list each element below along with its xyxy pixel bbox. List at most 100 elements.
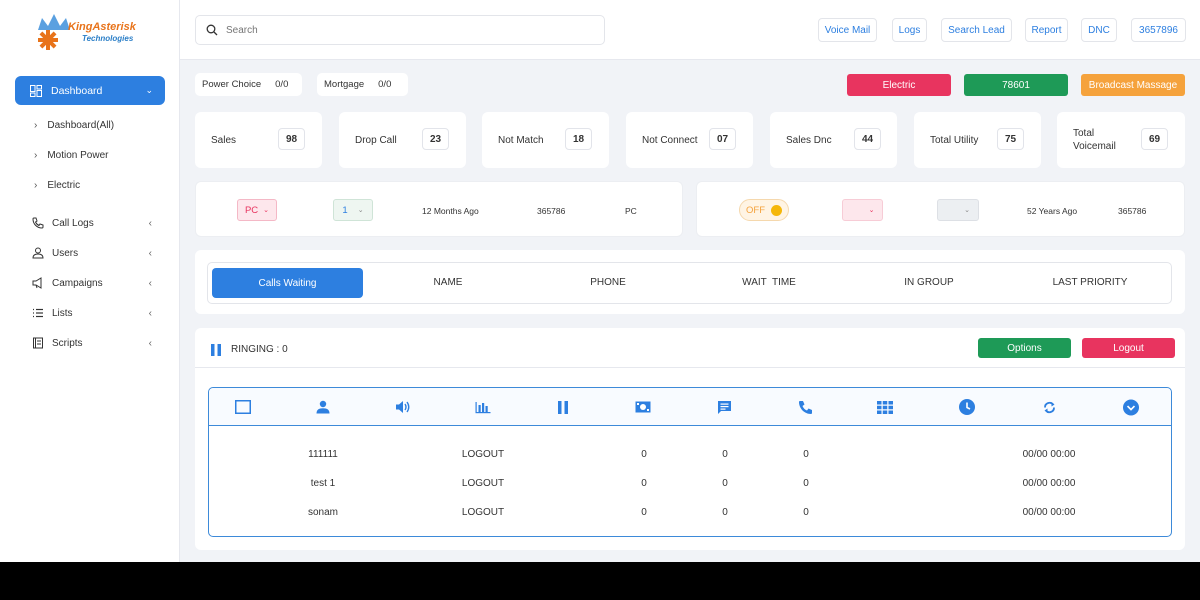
sidebar-subitem-motion-power[interactable]: › Motion Power bbox=[34, 147, 108, 163]
column-header-last-priority: LAST PRIORITY bbox=[1052, 277, 1128, 288]
column-header-phone: PHONE bbox=[590, 277, 626, 288]
pause-icon[interactable] bbox=[210, 344, 222, 356]
last-call-time: 12 Months Ago bbox=[422, 206, 479, 216]
pause-icon[interactable] bbox=[555, 399, 571, 415]
sidebar-item-scripts[interactable]: Scripts ‹ bbox=[32, 335, 152, 351]
status-select[interactable]: ⌄ bbox=[842, 199, 883, 221]
agent-id: 111111 bbox=[308, 449, 338, 460]
queue-power-choice[interactable]: Power Choice 0/0 bbox=[195, 73, 302, 96]
last-call-time: 52 Years Ago bbox=[1027, 206, 1078, 216]
phone-icon[interactable] bbox=[797, 399, 813, 415]
ringing-count: RINGING : 0 bbox=[231, 344, 288, 355]
user-icon bbox=[32, 247, 44, 259]
column-header-in-group: IN GROUP bbox=[904, 277, 954, 288]
bar-chart-icon[interactable] bbox=[475, 399, 491, 415]
stat-label: Sales Dnc bbox=[786, 134, 832, 146]
agent-status: LOGOUT bbox=[461, 449, 505, 460]
chevron-down-icon: ⌄ bbox=[964, 207, 970, 214]
options-button[interactable]: Options bbox=[978, 338, 1071, 358]
chevron-left-icon: ‹ bbox=[148, 307, 152, 319]
crown-star-icon bbox=[38, 14, 70, 50]
queue-mortgage[interactable]: Mortgage 0/0 bbox=[317, 73, 408, 96]
stat-card-total-utility: Total Utility 75 bbox=[914, 112, 1041, 168]
money-icon[interactable] bbox=[635, 399, 651, 415]
lead-tag: PC bbox=[625, 206, 637, 216]
agent-stat-c: 0 bbox=[803, 507, 809, 518]
agent-status: LOGOUT bbox=[461, 478, 505, 489]
speaker-icon[interactable] bbox=[395, 399, 411, 415]
logout-button[interactable]: Logout bbox=[1082, 338, 1175, 358]
refresh-icon[interactable] bbox=[1041, 399, 1057, 415]
voice-mail-button[interactable]: Voice Mail bbox=[818, 18, 877, 42]
pc-select[interactable]: PC ⌄ bbox=[237, 199, 277, 221]
agent-time: 00/00 00:00 bbox=[1022, 507, 1076, 518]
top-bar: Voice Mail Logs Search Lead Report DNC 3… bbox=[180, 0, 1200, 60]
chevron-down-icon[interactable] bbox=[1123, 399, 1139, 415]
stat-label: Not Match bbox=[498, 134, 544, 146]
chevron-down-icon: ⌄ bbox=[357, 207, 364, 214]
broadcast-message-button[interactable]: Broadcast Massage bbox=[1081, 74, 1185, 96]
group-select[interactable]: ⌄ bbox=[937, 199, 979, 221]
pause-toggle[interactable]: OFF bbox=[739, 199, 789, 221]
stat-value: 44 bbox=[854, 128, 881, 150]
agent-id: test 1 bbox=[310, 478, 336, 489]
stat-value: 18 bbox=[565, 128, 592, 150]
user-icon[interactable] bbox=[315, 399, 331, 415]
sidebar-item-call-logs[interactable]: Call Logs ‹ bbox=[32, 215, 152, 231]
user-id-button[interactable]: 3657896 bbox=[1131, 18, 1186, 42]
app-window: KingAsterisk Technologies Dashboard ⌄ › … bbox=[0, 0, 1200, 562]
sidebar: KingAsterisk Technologies Dashboard ⌄ › … bbox=[0, 0, 180, 562]
sidebar-item-lists[interactable]: Lists ‹ bbox=[32, 305, 152, 321]
agent-status-panel: RINGING : 0 Options Logout 111111 LOGOUT… bbox=[195, 328, 1185, 550]
number-button[interactable]: 78601 bbox=[964, 74, 1068, 96]
report-button[interactable]: Report bbox=[1025, 18, 1068, 42]
dnc-button[interactable]: DNC bbox=[1081, 18, 1117, 42]
lead-panel-left: PC ⌄ 1 ⌄ 12 Months Ago 365786 PC bbox=[195, 181, 683, 237]
sidebar-subitem-electric[interactable]: › Electric bbox=[34, 177, 80, 193]
agent-status: LOGOUT bbox=[461, 507, 505, 518]
sidebar-subitem-label: Dashboard(All) bbox=[47, 119, 115, 131]
logs-button[interactable]: Logs bbox=[892, 18, 927, 42]
sidebar-item-dashboard[interactable]: Dashboard ⌄ bbox=[15, 76, 165, 105]
agent-time: 00/00 00:00 bbox=[1022, 449, 1076, 460]
stat-label: Not Connect bbox=[642, 134, 698, 146]
chevron-down-icon: ⌄ bbox=[145, 85, 153, 95]
queue-label: Power Choice bbox=[202, 79, 262, 90]
sidebar-item-label: Call Logs bbox=[52, 217, 94, 229]
tab-calls-waiting[interactable]: Calls Waiting bbox=[212, 268, 363, 298]
chevron-left-icon: ‹ bbox=[148, 217, 152, 229]
stat-value: 98 bbox=[278, 128, 305, 150]
sidebar-item-label: Lists bbox=[52, 307, 73, 319]
chevron-right-icon: › bbox=[34, 149, 38, 161]
chat-icon[interactable] bbox=[716, 399, 732, 415]
search-box[interactable] bbox=[195, 15, 605, 45]
agent-time: 00/00 00:00 bbox=[1022, 478, 1076, 489]
clock-icon[interactable] bbox=[959, 399, 975, 415]
dashboard-icon bbox=[30, 84, 42, 97]
agent-panel-header: RINGING : 0 Options Logout bbox=[195, 328, 1185, 368]
agent-grid: 111111 LOGOUT 0 0 0 00/00 00:00 test 1 L… bbox=[208, 387, 1172, 537]
toggle-knob bbox=[771, 204, 782, 216]
agent-stat-a: 0 bbox=[641, 507, 647, 518]
chevron-left-icon: ‹ bbox=[148, 247, 152, 259]
search-lead-button[interactable]: Search Lead bbox=[941, 18, 1012, 42]
queue-count: 0/0 bbox=[275, 79, 289, 90]
dialpad-icon[interactable] bbox=[877, 399, 893, 415]
stat-card-total-voicemail: Total Voicemail 69 bbox=[1057, 112, 1185, 168]
sidebar-subitem-label: Electric bbox=[47, 179, 81, 191]
sidebar-subitem-dashboard-all[interactable]: › Dashboard(All) bbox=[34, 117, 114, 133]
brand-logo[interactable]: KingAsterisk Technologies bbox=[34, 12, 144, 58]
sidebar-item-users[interactable]: Users ‹ bbox=[32, 245, 152, 261]
electric-campaign-button[interactable]: Electric bbox=[847, 74, 951, 96]
agent-stat-c: 0 bbox=[803, 478, 809, 489]
agent-stat-c: 0 bbox=[803, 449, 809, 460]
toggle-label: OFF bbox=[746, 204, 765, 216]
agent-grid-toolbar bbox=[209, 388, 1171, 426]
sidebar-item-campaigns[interactable]: Campaigns ‹ bbox=[32, 275, 152, 291]
sidebar-item-label: Dashboard bbox=[51, 84, 103, 97]
number-select[interactable]: 1 ⌄ bbox=[333, 199, 373, 221]
checkbox-icon[interactable] bbox=[235, 399, 251, 415]
stat-label: Drop Call bbox=[355, 134, 397, 146]
sidebar-item-label: Campaigns bbox=[52, 277, 103, 289]
search-input[interactable] bbox=[226, 24, 586, 36]
